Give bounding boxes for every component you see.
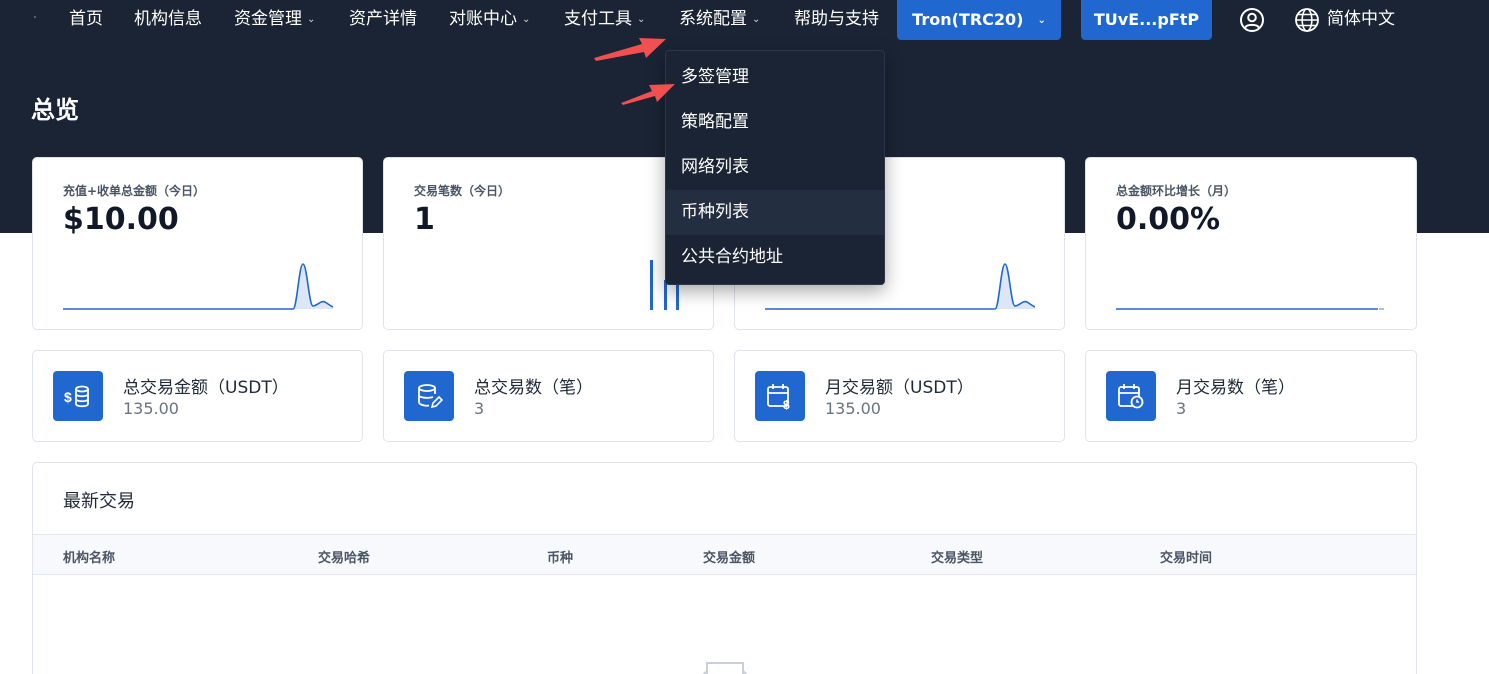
- chevron-down-icon: ⌄: [307, 14, 316, 25]
- chevron-down-icon: ⌄: [522, 14, 531, 25]
- svg-text:$: $: [64, 389, 72, 405]
- menu-item-public-contract-address[interactable]: 公共合约地址: [666, 235, 884, 280]
- network-select-button[interactable]: Tron(TRC20) ⌄: [897, 0, 1061, 40]
- summary-value: 135.00: [825, 399, 881, 418]
- column-header: 交易哈希: [318, 551, 371, 566]
- coin-stack-icon: $: [53, 371, 103, 421]
- summary-card-total-count: 总交易数（笔） 3: [383, 350, 714, 442]
- annotation-arrow: [594, 38, 666, 61]
- empty-box-icon: [702, 662, 748, 674]
- calendar-clock-icon: [1106, 371, 1156, 421]
- table-header: 机构名称 交易哈希 币种 交易金额 交易类型 交易时间: [33, 534, 1416, 575]
- annotation-arrow: [621, 84, 675, 105]
- menu-item-currency-list[interactable]: 币种列表: [666, 190, 884, 235]
- column-header: 机构名称: [63, 551, 116, 566]
- stat-label: 充值+收单总金额（今日）: [63, 184, 206, 198]
- latest-transactions-card: 最新交易 机构名称 交易哈希 币种 交易金额 交易类型 交易时间: [32, 462, 1417, 674]
- nav-help-support[interactable]: 帮助与支持: [794, 0, 879, 40]
- nav-reconciliation-label: 对账中心: [449, 9, 517, 29]
- stat-card-today-total: 充值+收单总金额（今日） $10.00: [32, 157, 363, 330]
- stat-card-monthly-growth: 总金额环比增长（月） 0.00%: [1085, 157, 1417, 330]
- chevron-down-icon: ⌄: [752, 14, 761, 25]
- section-title: 最新交易: [63, 491, 135, 512]
- calendar-dollar-icon: $: [755, 371, 805, 421]
- summary-label: 总交易金额（USDT）: [123, 378, 289, 398]
- nav-system-config-label: 系统配置: [679, 9, 747, 29]
- sparkline-chart: [1116, 308, 1384, 310]
- user-account-icon[interactable]: [1238, 6, 1266, 34]
- network-label: Tron(TRC20): [912, 10, 1024, 29]
- stat-value: $10.00: [63, 202, 179, 237]
- nav-system-config[interactable]: 系统配置 ⌄: [679, 0, 760, 40]
- nav-asset-details-label: 资产详情: [349, 9, 417, 29]
- wallet-address-button[interactable]: TUvE...pFtP: [1081, 0, 1212, 40]
- nav-payment-tools-label: 支付工具: [564, 9, 632, 29]
- summary-label: 总交易数（笔）: [474, 378, 593, 398]
- logo-dot: [34, 16, 36, 18]
- system-config-dropdown: 多签管理 策略配置 网络列表 币种列表 公共合约地址: [665, 50, 885, 285]
- stat-label: 总金额环比增长（月）: [1116, 184, 1237, 198]
- globe-icon: [1295, 8, 1319, 32]
- summary-label: 月交易数（笔）: [1176, 378, 1295, 398]
- stat-value: 1: [414, 202, 435, 237]
- database-edit-icon: [404, 371, 454, 421]
- chevron-down-icon: ⌄: [1037, 15, 1046, 26]
- stat-label: 交易笔数（今日）: [414, 184, 511, 198]
- nav-home[interactable]: 首页: [69, 0, 103, 40]
- column-header: 交易金额: [703, 551, 756, 566]
- language-label: 简体中文: [1327, 9, 1395, 29]
- column-header: 交易时间: [1160, 551, 1213, 566]
- nav-org-info-label: 机构信息: [134, 9, 202, 29]
- sparkline-bar: [650, 260, 653, 310]
- summary-value: 135.00: [123, 399, 179, 418]
- page-title: 总览: [31, 96, 79, 124]
- bar-sparkline-chart: [650, 260, 679, 310]
- stat-value: 0.00%: [1116, 202, 1221, 237]
- summary-card-monthly-count: 月交易数（笔） 3: [1085, 350, 1417, 442]
- nav-reconciliation[interactable]: 对账中心 ⌄: [449, 0, 530, 40]
- nav-help-support-label: 帮助与支持: [794, 9, 879, 29]
- wallet-address-label: TUvE...pFtP: [1093, 10, 1200, 29]
- nav-org-info[interactable]: 机构信息: [134, 0, 202, 40]
- nav-fund-management[interactable]: 资金管理 ⌄: [234, 0, 315, 40]
- language-selector[interactable]: 简体中文: [1294, 6, 1404, 34]
- summary-card-monthly-amount: $ 月交易额（USDT） 135.00: [734, 350, 1065, 442]
- menu-item-network-list[interactable]: 网络列表: [666, 145, 884, 190]
- svg-text:$: $: [783, 398, 790, 410]
- nav-home-label: 首页: [69, 9, 103, 29]
- summary-value: 3: [474, 399, 485, 418]
- column-header: 币种: [547, 551, 574, 566]
- summary-label: 月交易额（USDT）: [825, 378, 974, 398]
- menu-item-strategy-config[interactable]: 策略配置: [666, 100, 884, 145]
- column-header: 交易类型: [931, 551, 984, 566]
- nav-asset-details[interactable]: 资产详情: [349, 0, 417, 40]
- summary-card-total-amount: $ 总交易金额（USDT） 135.00: [32, 350, 363, 442]
- summary-value: 3: [1176, 399, 1187, 418]
- sparkline-chart: [63, 263, 333, 310]
- top-nav: 首页 机构信息 资金管理 ⌄ 资产详情 对账中心 ⌄ 支付工具 ⌄ 系统配置 ⌄ 帮助与…: [0, 0, 1489, 52]
- menu-item-multisig[interactable]: 多签管理: [666, 55, 884, 100]
- nav-fund-management-label: 资金管理: [234, 9, 302, 29]
